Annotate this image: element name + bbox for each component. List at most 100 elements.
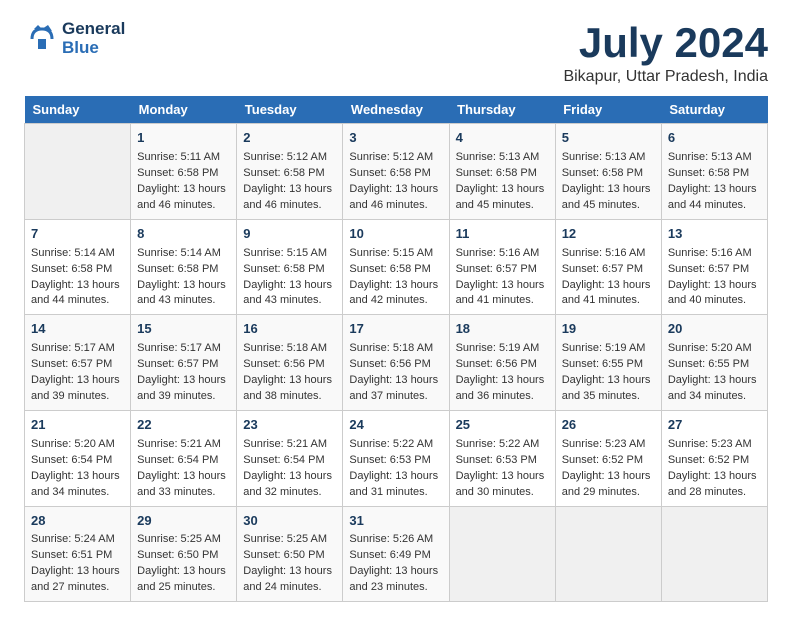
day-info-line: Sunrise: 5:12 AM <box>349 150 442 166</box>
calendar-cell: 2Sunrise: 5:12 AMSunset: 6:58 PMDaylight… <box>237 124 343 220</box>
column-header-thursday: Thursday <box>449 96 555 124</box>
day-info-line: Sunset: 6:58 PM <box>31 262 124 278</box>
day-info-line: Sunrise: 5:13 AM <box>668 150 761 166</box>
day-info-line: and 43 minutes. <box>243 293 336 309</box>
day-info-line: Sunset: 6:58 PM <box>349 262 442 278</box>
day-number: 28 <box>31 512 124 531</box>
day-info-line: Daylight: 13 hours <box>668 373 761 389</box>
day-info-line: and 34 minutes. <box>668 389 761 405</box>
day-info-line: Sunrise: 5:17 AM <box>137 341 230 357</box>
day-info-line: and 39 minutes. <box>31 389 124 405</box>
day-number: 17 <box>349 320 442 339</box>
day-info-line: Sunset: 6:58 PM <box>137 262 230 278</box>
month-year-title: July 2024 <box>563 20 768 66</box>
day-info-line: and 27 minutes. <box>31 580 124 596</box>
day-info-line: Sunset: 6:50 PM <box>137 548 230 564</box>
day-info-line: Sunset: 6:53 PM <box>349 453 442 469</box>
day-number: 16 <box>243 320 336 339</box>
day-info-line: Sunrise: 5:16 AM <box>562 246 655 262</box>
day-info-line: Sunrise: 5:25 AM <box>243 532 336 548</box>
day-info-line: Sunrise: 5:18 AM <box>243 341 336 357</box>
day-number: 19 <box>562 320 655 339</box>
day-info-line: Daylight: 13 hours <box>668 278 761 294</box>
day-info-line: Sunset: 6:58 PM <box>349 166 442 182</box>
day-info-line: Daylight: 13 hours <box>668 182 761 198</box>
day-info-line: Sunset: 6:58 PM <box>668 166 761 182</box>
day-info-line: and 45 minutes. <box>562 198 655 214</box>
calendar-cell: 3Sunrise: 5:12 AMSunset: 6:58 PMDaylight… <box>343 124 449 220</box>
day-info-line: Daylight: 13 hours <box>243 182 336 198</box>
page-header: General Blue July 2024 Bikapur, Uttar Pr… <box>24 20 768 86</box>
day-number: 18 <box>456 320 549 339</box>
day-info-line: Daylight: 13 hours <box>562 278 655 294</box>
day-number: 10 <box>349 225 442 244</box>
day-info-line: Sunset: 6:57 PM <box>562 262 655 278</box>
day-info-line: Daylight: 13 hours <box>31 564 124 580</box>
day-info-line: Daylight: 13 hours <box>562 182 655 198</box>
day-info-line: and 42 minutes. <box>349 293 442 309</box>
day-info-line: Sunrise: 5:20 AM <box>31 437 124 453</box>
day-info-line: Sunrise: 5:16 AM <box>668 246 761 262</box>
day-info-line: Daylight: 13 hours <box>349 469 442 485</box>
calendar-cell: 21Sunrise: 5:20 AMSunset: 6:54 PMDayligh… <box>25 410 131 506</box>
day-info-line: Sunrise: 5:11 AM <box>137 150 230 166</box>
day-number: 7 <box>31 225 124 244</box>
day-number: 22 <box>137 416 230 435</box>
day-info-line: Sunrise: 5:14 AM <box>31 246 124 262</box>
calendar-header-row: SundayMondayTuesdayWednesdayThursdayFrid… <box>25 96 768 124</box>
day-info-line: Daylight: 13 hours <box>349 182 442 198</box>
day-info-line: Daylight: 13 hours <box>668 469 761 485</box>
day-info-line: Sunrise: 5:19 AM <box>562 341 655 357</box>
calendar-week-row: 1Sunrise: 5:11 AMSunset: 6:58 PMDaylight… <box>25 124 768 220</box>
day-info-line: Sunrise: 5:18 AM <box>349 341 442 357</box>
day-number: 26 <box>562 416 655 435</box>
day-info-line: and 41 minutes. <box>456 293 549 309</box>
calendar-cell: 7 Sunrise: 5:14 AMSunset: 6:58 PMDaylight… <box>25 219 131 315</box>
column-header-saturday: Saturday <box>661 96 767 124</box>
day-number: 14 <box>31 320 124 339</box>
day-info-line: Sunrise: 5:15 AM <box>243 246 336 262</box>
calendar-week-row: 28Sunrise: 5:24 AMSunset: 6:51 PMDayligh… <box>25 506 768 602</box>
calendar-cell: 8Sunrise: 5:14 AMSunset: 6:58 PMDaylight… <box>131 219 237 315</box>
day-info-line: Daylight: 13 hours <box>137 373 230 389</box>
calendar-cell: 30Sunrise: 5:25 AMSunset: 6:50 PMDayligh… <box>237 506 343 602</box>
day-info-line: Sunrise: 5:21 AM <box>243 437 336 453</box>
day-info-line: Sunrise: 5:23 AM <box>562 437 655 453</box>
day-info-line: and 40 minutes. <box>668 293 761 309</box>
calendar-cell: 4Sunrise: 5:13 AMSunset: 6:58 PMDaylight… <box>449 124 555 220</box>
day-info-line: Sunset: 6:58 PM <box>137 166 230 182</box>
day-info-line: Sunset: 6:56 PM <box>243 357 336 373</box>
day-number: 12 <box>562 225 655 244</box>
day-info-line: Daylight: 13 hours <box>243 373 336 389</box>
day-number: 20 <box>668 320 761 339</box>
logo-name-line1: General <box>62 20 125 39</box>
day-info-line: Sunrise: 5:20 AM <box>668 341 761 357</box>
day-info-line: Daylight: 13 hours <box>456 373 549 389</box>
calendar-cell <box>661 506 767 602</box>
calendar-cell: 23Sunrise: 5:21 AMSunset: 6:54 PMDayligh… <box>237 410 343 506</box>
day-info-line: Daylight: 13 hours <box>349 564 442 580</box>
day-info-line: and 30 minutes. <box>456 485 549 501</box>
day-info-line: Daylight: 13 hours <box>31 469 124 485</box>
day-info-line: and 45 minutes. <box>456 198 549 214</box>
day-info-line: Sunset: 6:51 PM <box>31 548 124 564</box>
day-info-line: Sunrise: 5:19 AM <box>456 341 549 357</box>
day-info-line: Sunrise: 5:26 AM <box>349 532 442 548</box>
location-subtitle: Bikapur, Uttar Pradesh, India <box>563 68 768 86</box>
calendar-cell: 13Sunrise: 5:16 AMSunset: 6:57 PMDayligh… <box>661 219 767 315</box>
day-number: 29 <box>137 512 230 531</box>
day-info-line: Sunrise: 5:25 AM <box>137 532 230 548</box>
calendar-cell: 15Sunrise: 5:17 AMSunset: 6:57 PMDayligh… <box>131 315 237 411</box>
day-info-line: Sunset: 6:56 PM <box>456 357 549 373</box>
day-info-line: and 37 minutes. <box>349 389 442 405</box>
calendar-cell: 25Sunrise: 5:22 AMSunset: 6:53 PMDayligh… <box>449 410 555 506</box>
column-header-wednesday: Wednesday <box>343 96 449 124</box>
calendar-cell: 29Sunrise: 5:25 AMSunset: 6:50 PMDayligh… <box>131 506 237 602</box>
day-info-line: Sunrise: 5:17 AM <box>31 341 124 357</box>
day-info-line: Sunrise: 5:14 AM <box>137 246 230 262</box>
day-info-line: and 38 minutes. <box>243 389 336 405</box>
calendar-cell: 19Sunrise: 5:19 AMSunset: 6:55 PMDayligh… <box>555 315 661 411</box>
day-info-line: Daylight: 13 hours <box>31 278 124 294</box>
calendar-week-row: 14Sunrise: 5:17 AMSunset: 6:57 PMDayligh… <box>25 315 768 411</box>
calendar-cell: 18 Sunrise: 5:19 AMSunset: 6:56 PMDayligh… <box>449 315 555 411</box>
